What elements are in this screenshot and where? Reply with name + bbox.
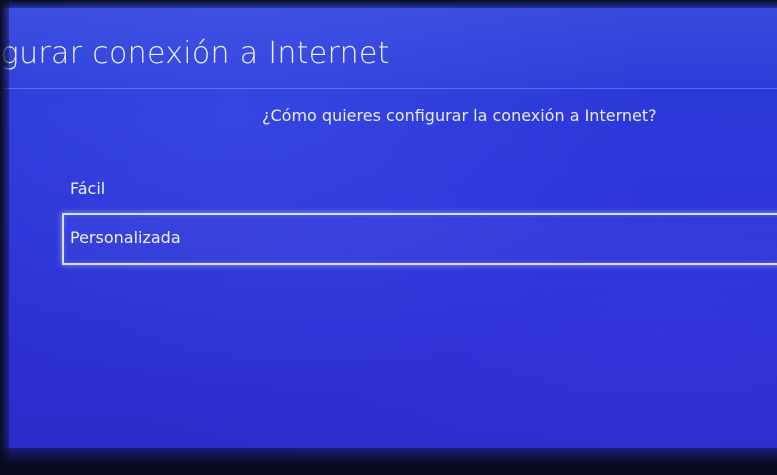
option-custom[interactable]: Personalizada [62,213,777,265]
header-bar: nfigurar conexión a Internet [0,8,777,89]
screen-edge-bottom [0,448,777,475]
ps4-screen: nfigurar conexión a Internet ¿Cómo quier… [0,0,777,475]
setup-question: ¿Cómo quieres configurar la conexión a I… [262,106,657,125]
screen-edge-left [0,0,9,475]
screen-edge-top [0,0,777,8]
option-easy-label: Fácil [70,179,106,198]
option-easy[interactable]: Fácil [62,164,777,216]
page-title: nfigurar conexión a Internet [0,36,390,71]
option-custom-label: Personalizada [70,228,181,247]
